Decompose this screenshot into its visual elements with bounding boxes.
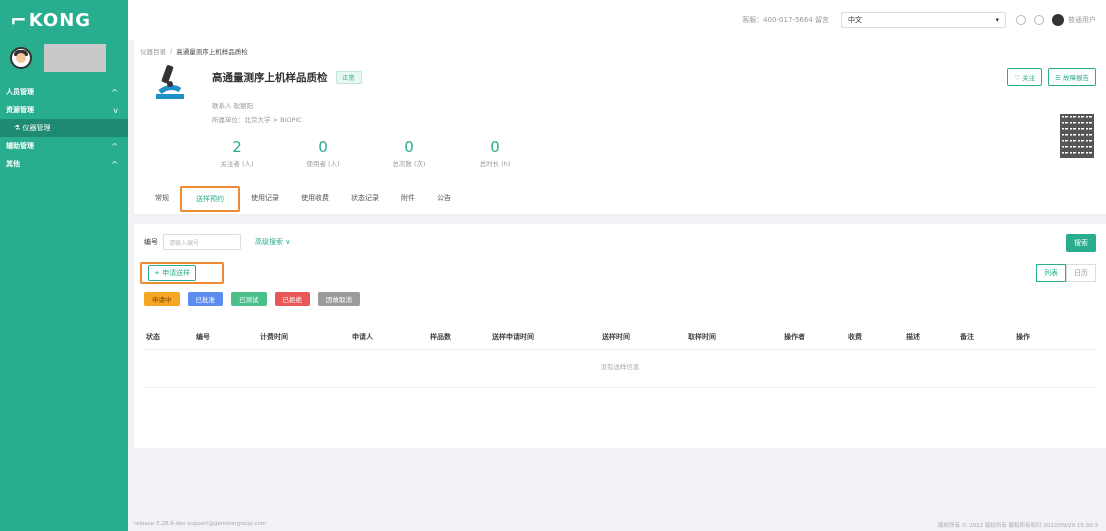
tab-general[interactable]: 常规	[144, 186, 180, 212]
col-actions: 操作	[1016, 332, 1030, 341]
user-menu-label[interactable]: 普通用户	[1068, 15, 1096, 25]
user-avatar[interactable]	[1052, 14, 1064, 26]
col-apply-time: 送样申请时间	[492, 332, 534, 341]
logo-mark-icon: ⌐	[10, 8, 28, 32]
apply-sample-highlight: + 申请送样	[140, 262, 224, 284]
footer-version: release-3.28.9-dev support@genenergroup.…	[134, 521, 267, 527]
tab-attachments[interactable]: 附件	[390, 186, 426, 212]
col-pickup-time: 取样时间	[688, 332, 716, 341]
breadcrumb-current: 高通量测序上机样品质检	[176, 48, 248, 56]
legend-tested: 已测试	[231, 292, 267, 306]
sidebar-item-other[interactable]: 其他 ^	[0, 155, 128, 173]
col-send-time: 送样时间	[602, 332, 630, 341]
footer: release-3.28.9-dev support@genenergroup.…	[134, 521, 1098, 531]
col-sample-count: 样品数	[430, 332, 451, 341]
logo[interactable]: ⌐ KONG	[0, 0, 128, 40]
calendar-view-button[interactable]: 日历	[1066, 264, 1096, 282]
affiliation: 所属单位：北京大学 > BIOPIC	[212, 116, 302, 124]
footer-copyright: 版权所有 © 2022 版权所有 版权所有权归 2022/09/29 15:30…	[938, 523, 1098, 529]
instrument-title: 高通量测序上机样品质检	[212, 72, 328, 84]
sidebar-item-instruments[interactable]: ⚗ 仪器管理	[0, 119, 128, 137]
legend-applying: 申请中	[144, 292, 180, 306]
user-box[interactable]	[0, 40, 128, 76]
contact-person: 联系人 耿丽阳	[212, 102, 254, 110]
title-row: 高通量测序上机样品质检 正常	[212, 70, 362, 85]
legend-rejected: 已拒绝	[274, 292, 310, 306]
advanced-search-link[interactable]: 高级搜索 ∨	[255, 237, 290, 247]
chevron-up-icon: ^	[111, 87, 118, 97]
col-remark: 备注	[960, 332, 974, 341]
power-icon[interactable]	[1016, 15, 1026, 25]
sidebar-menu: 人员管理 ^ 资源管理 v ⚗ 仪器管理 辅助管理 ^ 其他 ^	[0, 83, 128, 173]
list-view-button[interactable]: 列表	[1036, 264, 1066, 282]
follow-button[interactable]: ♡ 关注	[1007, 68, 1043, 86]
table-header: 状态 编号 计费时间 申请人 样品数 送样申请时间 送样时间 取样时间 操作者 …	[144, 324, 1096, 350]
hotline-text: 客服：400-017-5664 留言	[742, 16, 829, 24]
chevron-up-icon: ^	[111, 141, 118, 151]
sidebar-item-resources[interactable]: 资源管理 v	[0, 101, 128, 119]
microscope-icon	[156, 65, 184, 99]
col-number: 编号	[196, 332, 210, 341]
booking-list: 编号 请输入编号 高级搜索 ∨ 搜索 + 申请送样 列表 日历 申请中 已批准 …	[134, 224, 1106, 448]
stat-followers: 2 关注者 (人)	[220, 138, 254, 168]
sidebar-item-assist[interactable]: 辅助管理 ^	[0, 137, 128, 155]
empty-state: 没有送样信息	[144, 350, 1096, 388]
booking-table: 状态 编号 计费时间 申请人 样品数 送样申请时间 送样时间 取样时间 操作者 …	[144, 324, 1096, 388]
col-operator: 操作者	[784, 332, 805, 341]
tab-status-records[interactable]: 状态记录	[340, 186, 390, 212]
col-fee: 收费	[848, 332, 862, 341]
col-description: 描述	[906, 332, 920, 341]
legend-cancelled: 因故取消	[318, 292, 360, 306]
settings-icon[interactable]	[1034, 15, 1044, 25]
search-row: 编号 请输入编号 高级搜索 ∨	[144, 234, 290, 250]
fault-report-button[interactable]: ☰ 故障报告	[1048, 68, 1096, 86]
sidebar-item-personnel[interactable]: 人员管理 ^	[0, 83, 128, 101]
avatar[interactable]	[10, 47, 32, 69]
sidebar: ⌐ KONG 人员管理 ^ 资源管理 v ⚗ 仪器管理 辅助管理 ^ 其他 ^	[0, 0, 128, 531]
user-name-redacted	[44, 44, 106, 72]
col-applicant: 申请人	[352, 332, 373, 341]
breadcrumb: 仪器目录 / 高通量测序上机样品质检	[140, 46, 248, 56]
status-badge: 正常	[335, 71, 362, 84]
stats: 2 关注者 (人) 0 使用者 (人) 0 总次数 (次) 0 总时长 (h)	[194, 138, 538, 168]
col-status: 状态	[146, 332, 160, 341]
search-button[interactable]: 搜索	[1066, 234, 1096, 252]
tab-usage-fees[interactable]: 使用收费	[290, 186, 340, 212]
topbar: 客服：400-017-5664 留言 中文 ▾ 普通用户	[128, 0, 1106, 40]
legend-approved: 已批准	[187, 292, 223, 306]
tab-usage-records[interactable]: 使用记录	[240, 186, 290, 212]
language-select[interactable]: 中文 ▾	[841, 12, 1006, 28]
view-toggle: 列表 日历	[1036, 264, 1096, 282]
tab-announcements[interactable]: 公告	[426, 186, 462, 212]
chevron-up-icon: ^	[111, 159, 118, 169]
microscope-icon: ⚗	[14, 124, 23, 132]
chevron-down-icon: v	[113, 105, 118, 115]
breadcrumb-root[interactable]: 仪器目录	[140, 46, 166, 56]
qr-code	[1060, 114, 1094, 158]
header-actions: ♡ 关注 ☰ 故障报告	[1001, 68, 1096, 86]
status-legend: 申请中 已批准 已测试 已拒绝 因故取消	[144, 292, 368, 306]
col-billing-time: 计费时间	[260, 332, 288, 341]
logo-text: KONG	[28, 9, 92, 31]
number-input[interactable]: 请输入编号	[163, 234, 241, 250]
stat-total-hours: 0 总时长 (h)	[479, 138, 511, 168]
number-label: 编号	[144, 238, 158, 246]
main-content: 仪器目录 / 高通量测序上机样品质检 高通量测序上机样品质检 正常 联系人 耿丽…	[128, 40, 1106, 531]
chevron-down-icon: ▾	[995, 16, 999, 24]
instrument-header: 仪器目录 / 高通量测序上机样品质检 高通量测序上机样品质检 正常 联系人 耿丽…	[134, 40, 1106, 214]
tabs: 常规 送样预约 使用记录 使用收费 状态记录 附件 公告	[144, 186, 462, 212]
stat-users: 0 使用者 (人)	[306, 138, 340, 168]
stat-total-count: 0 总次数 (次)	[392, 138, 426, 168]
apply-sample-button[interactable]: + 申请送样	[148, 265, 197, 281]
tab-sample-booking[interactable]: 送样预约	[180, 186, 240, 212]
